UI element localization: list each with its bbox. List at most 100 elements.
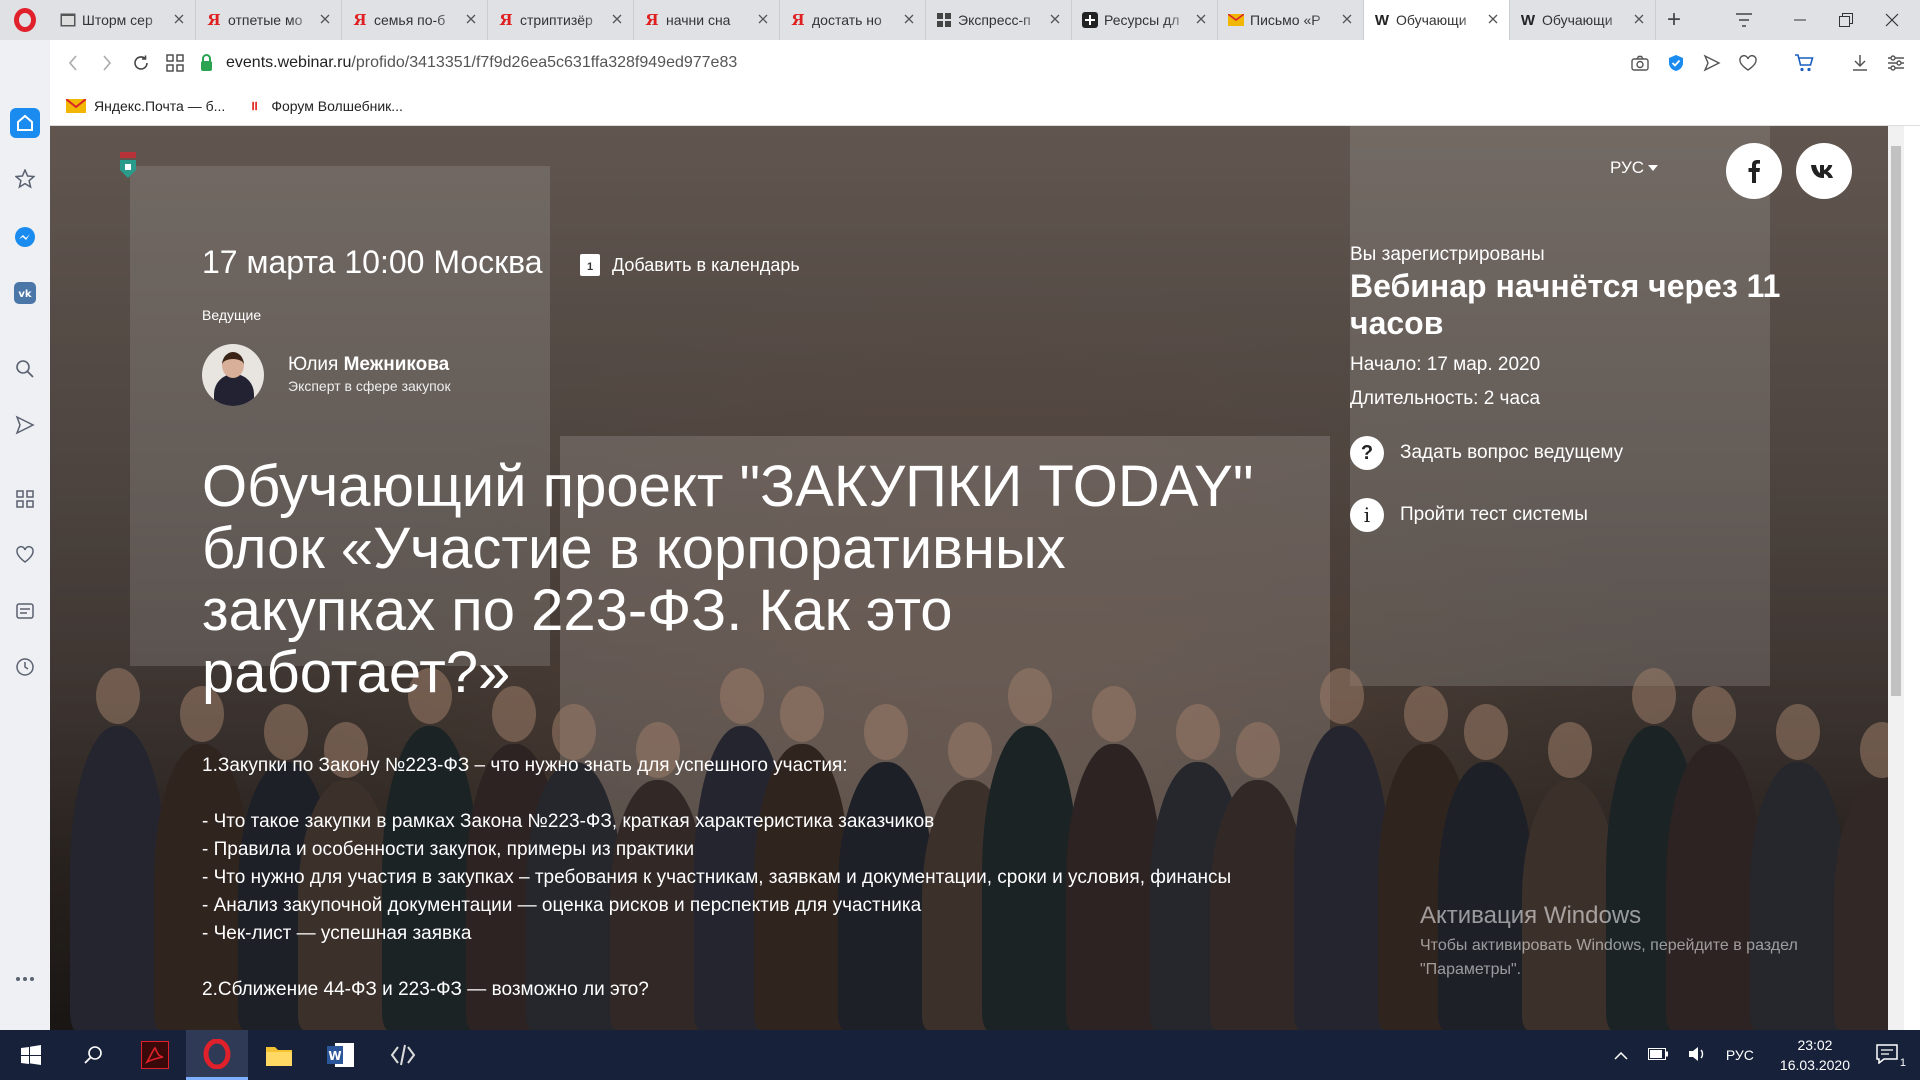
add-favorite-button[interactable] — [1734, 49, 1762, 77]
url-field[interactable]: events.webinar.ru/profido/3413351/f7f9d2… — [226, 54, 737, 72]
tab-active[interactable]: W Обучающи — [1364, 0, 1510, 40]
minimize-icon — [1794, 19, 1806, 21]
grid-icon — [166, 54, 184, 72]
sidebar-home-button[interactable] — [10, 108, 40, 138]
back-button[interactable] — [56, 46, 90, 80]
easy-setup-button[interactable] — [1882, 49, 1910, 77]
yandex-favicon-icon: Я — [207, 11, 221, 29]
secure-lock-icon[interactable] — [192, 53, 220, 71]
tab[interactable]: Ястриптизёр — [488, 0, 634, 40]
taskbar-word-button[interactable]: W — [310, 1030, 372, 1080]
tab[interactable]: Ресурсы дл — [1072, 0, 1218, 40]
forward-button[interactable] — [90, 46, 124, 80]
shield-icon — [1669, 55, 1683, 71]
tab[interactable]: Ясемья по-б — [342, 0, 488, 40]
tab-close-button[interactable] — [1339, 11, 1355, 29]
chevron-up-icon — [1614, 1051, 1628, 1060]
bookmark-item[interactable]: Яндекс.Почта — б... — [66, 98, 225, 114]
sidebar-messenger-button[interactable] — [10, 222, 40, 252]
close-icon — [1196, 14, 1206, 24]
tab-menu-button[interactable] — [1716, 0, 1772, 40]
downloads-button[interactable] — [1846, 49, 1874, 77]
snapshot-button[interactable] — [1626, 49, 1654, 77]
agenda-line: 1.Закупки по Закону №223-ФЗ – что нужно … — [202, 755, 848, 776]
add-to-calendar-button[interactable]: 1 Добавить в календарь — [580, 254, 800, 276]
sidebar-history-button[interactable] — [10, 652, 40, 682]
tab-favicon: Я — [644, 11, 660, 29]
send-to-flow-button[interactable] — [1698, 49, 1726, 77]
tab-favicon: W — [1374, 12, 1390, 29]
ask-question-button[interactable]: ? Задать вопрос ведущему — [1350, 436, 1623, 470]
language-selector[interactable]: РУС — [1610, 158, 1659, 178]
tab-favicon: Я — [206, 11, 222, 29]
countdown-title: Вебинар начнётся через 11 часов — [1350, 268, 1781, 341]
tab-close-button[interactable] — [901, 11, 917, 29]
event-date: 17 марта 10:00 Москва — [202, 244, 543, 280]
close-icon — [174, 14, 184, 24]
tab-close-button[interactable] — [1047, 11, 1063, 29]
sidebar-speed-dial-button[interactable] — [10, 484, 40, 514]
tab-close-button[interactable] — [317, 11, 333, 29]
cart-icon — [1795, 54, 1814, 72]
vk-share-button[interactable] — [1796, 143, 1852, 199]
tab[interactable]: W Обучающи — [1510, 0, 1656, 40]
sidebar-bookmarks-button[interactable] — [10, 164, 40, 194]
tab-close-button[interactable] — [755, 11, 771, 29]
tab[interactable]: Ядостать но — [780, 0, 926, 40]
tab-close-button[interactable] — [171, 11, 187, 29]
tab[interactable]: Яначни сна — [634, 0, 780, 40]
tab-title: Письмо «Р — [1250, 12, 1321, 28]
taskbar-explorer-button[interactable] — [248, 1030, 310, 1080]
action-center-button[interactable]: 1 — [1876, 1043, 1906, 1069]
scrollbar-thumb[interactable] — [1891, 146, 1901, 696]
sidebar-news-button[interactable] — [10, 596, 40, 626]
close-window-button[interactable] — [1864, 0, 1920, 40]
page-scrollbar[interactable] — [1888, 126, 1904, 1030]
bookmarks-bar: Яндекс.Почта — б... Форум Волшебник... — [50, 86, 1920, 126]
bookmark-item[interactable]: Форум Волшебник... — [251, 98, 403, 114]
sidebar-favorites-button[interactable] — [10, 540, 40, 570]
sidebar-search-button[interactable] — [10, 354, 40, 384]
input-language-indicator[interactable]: РУС — [1726, 1047, 1754, 1063]
mail-icon — [66, 98, 86, 113]
show-hidden-icons-button[interactable] — [1614, 1047, 1628, 1063]
tab-close-button[interactable] — [1631, 11, 1647, 29]
shopping-cart-button[interactable] — [1790, 49, 1818, 77]
sidebar-vk-button[interactable]: vk — [10, 278, 40, 308]
taskbar-clock[interactable]: 23:02 16.03.2020 — [1780, 1035, 1850, 1075]
taskbar-vscode-button[interactable] — [372, 1030, 434, 1080]
taskbar-acrobat-button[interactable] — [124, 1030, 186, 1080]
tab-title: достать но — [812, 12, 882, 28]
taskbar-search-button[interactable] — [62, 1030, 124, 1080]
tab-title: начни сна — [666, 12, 731, 28]
tab[interactable]: Экспресс-п — [926, 0, 1072, 40]
adblock-button[interactable] — [1662, 49, 1690, 77]
tab[interactable]: Шторм сер — [50, 0, 196, 40]
facebook-share-button[interactable] — [1726, 143, 1782, 199]
agenda-line — [202, 948, 1232, 976]
bookmark-label: Форум Волшебник... — [271, 97, 403, 114]
battery-indicator[interactable] — [1647, 1047, 1668, 1063]
tab-close-button[interactable] — [463, 11, 479, 29]
tab-close-button[interactable] — [1193, 11, 1209, 29]
chevron-left-icon — [68, 55, 77, 71]
system-test-button[interactable]: i Пройти тест системы — [1350, 498, 1588, 532]
sidebar-more-button[interactable] — [10, 964, 40, 994]
taskbar-opera-button[interactable] — [186, 1030, 248, 1080]
tab-close-button[interactable] — [609, 11, 625, 29]
tab-close-button[interactable] — [1485, 11, 1501, 29]
tab[interactable]: Яотпетые мо — [196, 0, 342, 40]
new-tab-button[interactable]: + — [1656, 0, 1692, 40]
opera-menu-button[interactable] — [0, 0, 50, 40]
tab[interactable]: Письмо «Р — [1218, 0, 1364, 40]
host-name: Юлия Межникова — [288, 354, 449, 376]
sidebar-flow-button[interactable] — [10, 410, 40, 440]
battery-icon — [1647, 1048, 1668, 1060]
tabs-overview-button[interactable] — [158, 46, 192, 80]
tab-menu-icon — [1736, 13, 1752, 27]
reload-button[interactable] — [124, 46, 158, 80]
start-button[interactable] — [0, 1030, 62, 1080]
volume-button[interactable] — [1688, 1046, 1706, 1065]
tab-title: стриптизёр — [520, 12, 593, 28]
camera-icon — [1631, 55, 1649, 71]
